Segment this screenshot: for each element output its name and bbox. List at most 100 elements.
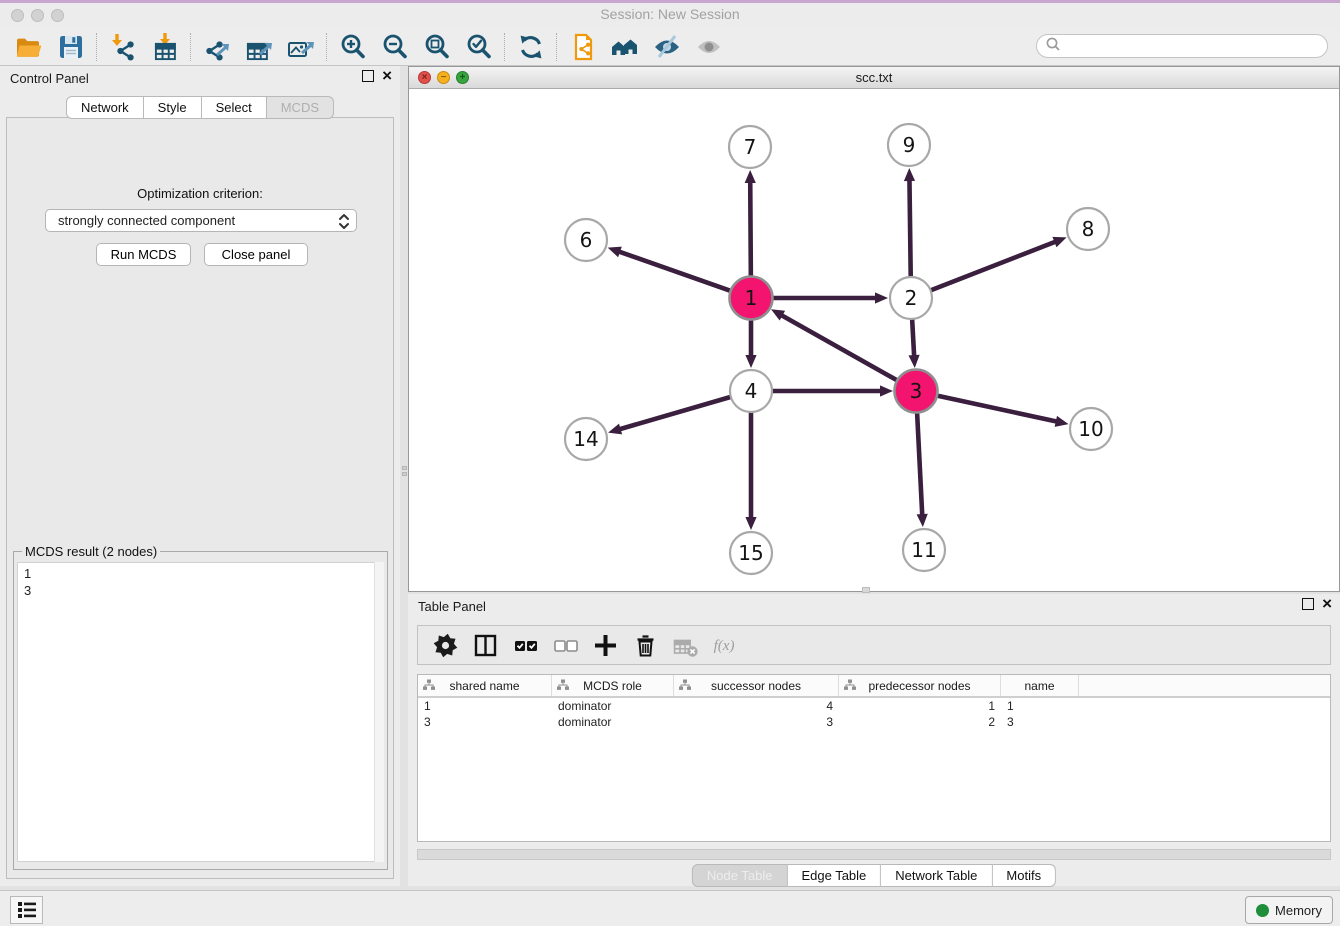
add-icon[interactable] xyxy=(592,632,619,659)
table-panel: Table Panel × f(x) shared name MCDS role… xyxy=(408,594,1340,886)
control-tab-mcds[interactable]: MCDS xyxy=(267,96,334,119)
edge-2-3[interactable] xyxy=(912,319,914,357)
cell[interactable]: 1 xyxy=(839,698,1001,714)
window-resize-grip[interactable] xyxy=(862,587,870,593)
edge-1-6[interactable] xyxy=(618,251,731,291)
table-scrollbar-track[interactable] xyxy=(417,849,1331,860)
node-label-9: 9 xyxy=(903,133,916,157)
gear-icon[interactable] xyxy=(432,632,459,659)
edge-2-8[interactable] xyxy=(931,241,1057,290)
control-tab-network[interactable]: Network xyxy=(66,96,144,119)
zoom-fit-icon[interactable] xyxy=(416,31,458,63)
cell[interactable]: dominator xyxy=(552,698,674,714)
edge-2-9[interactable] xyxy=(909,179,910,277)
cell[interactable]: 1 xyxy=(1001,698,1079,714)
home-icon[interactable] xyxy=(604,31,646,63)
open-session-icon[interactable] xyxy=(8,31,50,63)
control-panel-title: Control Panel xyxy=(10,71,89,86)
memory-status-icon xyxy=(1256,904,1269,917)
close-table-panel-icon[interactable]: × xyxy=(1322,598,1332,610)
table-row[interactable]: 3dominator323 xyxy=(418,714,1330,730)
delete-icon[interactable] xyxy=(632,632,659,659)
deselect-all-icon[interactable] xyxy=(552,632,579,659)
cell[interactable]: 3 xyxy=(418,714,552,730)
edge-arrowhead xyxy=(745,517,756,530)
cell[interactable]: 4 xyxy=(674,698,839,714)
float-panel-icon[interactable] xyxy=(362,70,374,82)
mcds-result-line: 3 xyxy=(24,582,377,599)
cell[interactable]: 3 xyxy=(1001,714,1079,730)
hide-selected-icon[interactable] xyxy=(646,31,688,63)
column-header-name[interactable]: name xyxy=(1001,675,1079,696)
edge-4-14[interactable] xyxy=(619,397,731,430)
zoom-selected-icon[interactable] xyxy=(458,31,500,63)
node-label-1: 1 xyxy=(745,286,758,310)
close-panel-icon[interactable]: × xyxy=(382,70,392,82)
zoom-out-icon[interactable] xyxy=(374,31,416,63)
show-all-icon[interactable] xyxy=(688,31,730,63)
node-label-4: 4 xyxy=(745,379,758,403)
table-tab-edge-table[interactable]: Edge Table xyxy=(787,864,881,887)
table-tab-motifs[interactable]: Motifs xyxy=(992,864,1056,887)
application-window: Session: New Session Control Panel × Net… xyxy=(0,0,1340,926)
node-label-14: 14 xyxy=(573,427,598,451)
select-stepper-icon xyxy=(336,211,352,235)
refresh-icon[interactable] xyxy=(510,31,552,63)
cell[interactable]: 2 xyxy=(839,714,1001,730)
import-table-icon[interactable] xyxy=(144,31,186,63)
task-history-button[interactable] xyxy=(10,896,43,924)
column-header-shared-name[interactable]: shared name xyxy=(418,675,552,696)
clone-network-icon[interactable] xyxy=(562,31,604,63)
column-header-predecessor-nodes[interactable]: predecessor nodes xyxy=(839,675,1001,696)
table-tab-node-table[interactable]: Node Table xyxy=(692,864,788,887)
table-body: 1dominator4113dominator323 xyxy=(418,698,1330,730)
search-input[interactable] xyxy=(1061,38,1327,54)
node-label-10: 10 xyxy=(1078,417,1103,441)
node-table: shared name MCDS role successor nodes pr… xyxy=(417,674,1331,842)
float-table-panel-icon[interactable] xyxy=(1302,598,1314,610)
edge-arrowhead xyxy=(1055,416,1069,427)
control-tab-style[interactable]: Style xyxy=(144,96,202,119)
memory-label: Memory xyxy=(1275,903,1322,918)
network-graph-canvas[interactable]: 7968124314101511 xyxy=(409,89,1339,591)
export-table-icon[interactable] xyxy=(238,31,280,63)
close-panel-button[interactable]: Close panel xyxy=(204,243,308,266)
export-image-icon[interactable] xyxy=(280,31,322,63)
control-tab-select[interactable]: Select xyxy=(202,96,267,119)
cell[interactable]: 1 xyxy=(418,698,552,714)
import-network-icon[interactable] xyxy=(102,31,144,63)
edge-arrowhead xyxy=(745,355,756,368)
toolbar-separator xyxy=(326,33,328,61)
table-row[interactable]: 1dominator411 xyxy=(418,698,1330,714)
column-icon[interactable] xyxy=(472,632,499,659)
run-mcds-button[interactable]: Run MCDS xyxy=(96,243,191,266)
select-all-icon[interactable] xyxy=(512,632,539,659)
table-tab-network-table[interactable]: Network Table xyxy=(881,864,992,887)
flow-icon xyxy=(557,679,569,694)
node-label-8: 8 xyxy=(1082,217,1095,241)
column-header-MCDS-role[interactable]: MCDS role xyxy=(552,675,674,696)
memory-button[interactable]: Memory xyxy=(1245,896,1333,924)
edge-arrowhead xyxy=(908,355,919,368)
network-window-titlebar[interactable]: × − + scc.txt xyxy=(409,67,1339,89)
panel-resize-grip[interactable] xyxy=(401,464,407,478)
mcds-panel: Optimization criterion: strongly connect… xyxy=(6,117,394,879)
result-scrollbar[interactable] xyxy=(374,562,384,862)
search-box[interactable] xyxy=(1036,34,1328,58)
mcds-result-list[interactable]: 13 xyxy=(17,562,384,862)
mcds-result-title: MCDS result (2 nodes) xyxy=(22,544,160,559)
zoom-in-icon[interactable] xyxy=(332,31,374,63)
delete-table-icon xyxy=(672,632,699,659)
edge-1-7[interactable] xyxy=(750,181,751,277)
criterion-value: strongly connected component xyxy=(58,213,235,228)
column-header-successor-nodes[interactable]: successor nodes xyxy=(674,675,839,696)
criterion-select[interactable]: strongly connected component xyxy=(45,209,357,232)
edge-3-1[interactable] xyxy=(781,315,898,381)
export-network-icon[interactable] xyxy=(196,31,238,63)
save-session-icon[interactable] xyxy=(50,31,92,63)
edge-3-10[interactable] xyxy=(937,395,1058,421)
edge-3-11[interactable] xyxy=(917,412,922,516)
cell[interactable]: 3 xyxy=(674,714,839,730)
cell[interactable]: dominator xyxy=(552,714,674,730)
table-toolbar: f(x) xyxy=(417,625,1331,665)
